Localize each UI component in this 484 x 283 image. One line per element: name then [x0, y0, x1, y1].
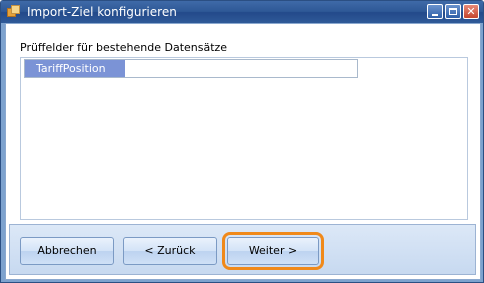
close-button[interactable]: ✕ [463, 4, 479, 19]
window-title: Import-Ziel konfigurieren [27, 5, 177, 19]
back-button[interactable]: < Zurück [123, 237, 217, 265]
dialog-window: Import-Ziel konfigurieren ✕ Prüffelder f… [0, 0, 484, 283]
minimize-icon [432, 14, 438, 16]
app-icon [7, 5, 21, 18]
title-bar[interactable]: Import-Ziel konfigurieren ✕ [1, 1, 483, 23]
button-bar: Abbrechen < Zurück Weiter > [9, 224, 476, 275]
maximize-button[interactable] [445, 4, 461, 19]
maximize-icon [449, 8, 457, 15]
dialog-content: Prüffelder für bestehende Datensätze Tar… [5, 23, 481, 280]
section-label: Prüffelder für bestehende Datensätze [20, 41, 228, 54]
grid-cell-field-name[interactable]: TariffPosition [25, 60, 125, 77]
close-icon: ✕ [466, 5, 476, 18]
check-fields-grid[interactable]: TariffPosition [20, 57, 468, 220]
cancel-button[interactable]: Abbrechen [20, 237, 114, 265]
minimize-button[interactable] [427, 4, 443, 19]
next-button[interactable]: Weiter > [222, 232, 324, 270]
grid-cell-value[interactable] [125, 60, 357, 77]
grid-row[interactable]: TariffPosition [24, 59, 358, 78]
